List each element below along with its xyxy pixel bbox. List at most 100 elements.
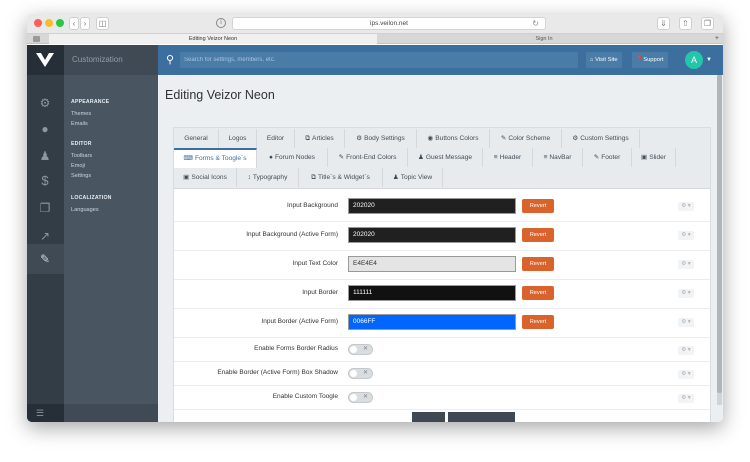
tab-forms-toggles[interactable]: ⌨ Forms & Toogle`s [174, 148, 257, 168]
color-input[interactable]: 0066FF [348, 314, 516, 330]
tab-label: Slider [649, 154, 667, 161]
privacy-icon[interactable]: i [216, 18, 226, 28]
chart-icon[interactable]: ↗ [36, 228, 54, 244]
reload-icon[interactable]: ↻ [532, 18, 539, 30]
subnav-item-emails[interactable]: Emails [71, 121, 88, 127]
revert-button[interactable]: Revert [522, 315, 554, 329]
chat-bubbles-icon[interactable]: ● [36, 121, 54, 137]
revert-button[interactable]: Revert [522, 199, 554, 213]
close-window-button[interactable] [34, 19, 42, 27]
user-icon[interactable]: ♟ [36, 148, 54, 164]
tab-social-icons[interactable]: ▣ Social Icons [174, 168, 237, 187]
search-input[interactable] [180, 52, 578, 68]
gears-icon[interactable]: ⚙ [36, 95, 54, 111]
gear-icon[interactable]: ⚙ ▾ [678, 394, 694, 403]
toggle-switch[interactable]: ✕ [348, 368, 373, 379]
gear-icon[interactable]: ⚙ ▾ [678, 289, 694, 298]
subnav-item-toolbars[interactable]: Toolbars [71, 153, 92, 159]
tab-color-scheme[interactable]: ✎ Color Scheme [490, 129, 562, 148]
browser-tab[interactable]: Sign In [379, 34, 709, 44]
tab-typography[interactable]: ↕ Typography [237, 168, 299, 187]
tab-navbar[interactable]: ≡ NavBar [533, 148, 583, 167]
setting-label: Input Border (Active Form) [261, 318, 338, 325]
support-button[interactable]: ❓Support [632, 52, 668, 68]
color-input[interactable]: 111111 [348, 285, 516, 301]
subnav-item-themes[interactable]: Themes [71, 111, 91, 117]
tab-topic-view[interactable]: ♟ Topic View [383, 168, 443, 187]
setting-label: Enable Border (Active Form) Box Shadow [217, 369, 338, 376]
sidebar-toggle-icon[interactable]: ◫ [96, 17, 109, 30]
gear-icon[interactable]: ⚙ ▾ [678, 231, 694, 240]
downloads-icon[interactable]: ⇓ [657, 17, 670, 30]
toggle-row: Enable Forms Border Radius ✕ ⚙ ▾ [174, 338, 710, 362]
setting-label: Enable Forms Border Radius [254, 345, 338, 352]
revert-button[interactable]: Revert [522, 228, 554, 242]
dollar-icon[interactable]: $ [36, 173, 54, 189]
back-button[interactable]: ‹ [69, 17, 79, 30]
copy-icon[interactable]: ❐ [36, 200, 54, 216]
pencil-icon: ✎ [593, 154, 600, 161]
color-input[interactable]: E4E4E4 [348, 256, 516, 272]
tab-logos[interactable]: Logos [219, 129, 257, 148]
address-bar[interactable]: ips.veilon.net ↻ [232, 17, 546, 30]
forward-button[interactable]: › [80, 17, 90, 30]
tab-front-end-colors[interactable]: ✎ Front-End Colors [328, 148, 408, 167]
color-input[interactable]: 202020 [348, 198, 516, 214]
tab-slider[interactable]: ▣ Slider [632, 148, 676, 167]
visit-site-label: Visit Site [595, 57, 618, 63]
tab-label: Color Scheme [508, 135, 551, 142]
new-tab-icon[interactable]: + [715, 34, 719, 44]
page-title: Editing Veizor Neon [165, 88, 275, 102]
tab-editor[interactable]: Editor [257, 129, 295, 148]
pinned-tab-icon[interactable] [33, 36, 40, 42]
share-icon[interactable]: ⇧ [679, 17, 692, 30]
avatar[interactable]: A [685, 51, 703, 69]
chevron-down-icon[interactable]: ▼ [706, 57, 712, 63]
paintbrush-icon[interactable]: ✎ [36, 251, 54, 267]
subnav-item-settings[interactable]: Settings [71, 173, 91, 179]
navbar-bars-icon: ≡ [543, 154, 548, 161]
tab-custom-settings[interactable]: ⚙ Custom Settings [562, 129, 640, 148]
revert-button[interactable]: Revert [522, 286, 554, 300]
admin-icon-sidebar: ⚙ ● ♟ $ ❐ ↗ ✎ ☰ [27, 45, 64, 422]
browser-tab-active[interactable]: Editing Veizor Neon [49, 34, 377, 44]
theme-settings-tabs: General Logos Editor ⧉ Articles ⚙ Body Set… [174, 128, 710, 189]
tab-header[interactable]: ≡ Header [483, 148, 533, 167]
minimize-window-button[interactable] [45, 19, 53, 27]
scrollbar-thumb[interactable] [717, 75, 722, 393]
search-icon: ⚲ [166, 54, 175, 66]
tab-general[interactable]: General [174, 129, 219, 148]
tab-buttons-colors[interactable]: ◉ Buttons Colors [417, 129, 490, 148]
revert-button[interactable]: Revert [522, 257, 554, 271]
tab-titles-widgets[interactable]: ⧉ Title`s & Widget`s [299, 168, 383, 187]
logo-icon [36, 53, 54, 67]
settings-panel: General Logos Editor ⧉ Articles ⚙ Body Set… [173, 127, 711, 422]
subnav-item-languages[interactable]: Languages [71, 207, 99, 213]
tab-forum-nodes[interactable]: ● Forum Nodes [257, 148, 328, 167]
gear-icon[interactable]: ⚙ ▾ [678, 318, 694, 327]
tab-label: Forms & Toogle`s [194, 155, 247, 162]
body-settings-icon: ⚙ [356, 135, 363, 142]
gear-icon[interactable]: ⚙ ▾ [678, 202, 694, 211]
subnav-item-emoji[interactable]: Emoji [71, 163, 85, 169]
setting-row: Input Border (Active Form) 0066FF Revert… [174, 309, 710, 338]
scrollbar[interactable] [717, 75, 722, 405]
zoom-window-button[interactable] [56, 19, 64, 27]
tab-guest-message[interactable]: ♟ Guest Message [408, 148, 483, 167]
visit-site-button[interactable]: ⌂ Visit Site [586, 52, 622, 68]
logo[interactable] [27, 45, 64, 75]
save-and-reload-button[interactable] [448, 412, 515, 422]
tab-footer[interactable]: ✎ Footer [583, 148, 632, 167]
gear-icon[interactable]: ⚙ ▾ [678, 260, 694, 269]
tabs-overview-icon[interactable]: ❐ [701, 17, 714, 30]
gear-icon[interactable]: ⚙ ▾ [678, 346, 694, 355]
toggle-switch[interactable]: ✕ [348, 344, 373, 355]
save-button[interactable] [412, 412, 445, 422]
menu-collapse-icon[interactable]: ☰ [27, 404, 64, 422]
gear-icon[interactable]: ⚙ ▾ [678, 370, 694, 379]
toggle-switch[interactable]: ✕ [348, 392, 373, 403]
tab-label: Social Icons [191, 174, 227, 181]
tab-articles[interactable]: ⧉ Articles [295, 129, 345, 148]
tab-body-settings[interactable]: ⚙ Body Settings [345, 129, 417, 148]
color-input[interactable]: 202020 [348, 227, 516, 243]
